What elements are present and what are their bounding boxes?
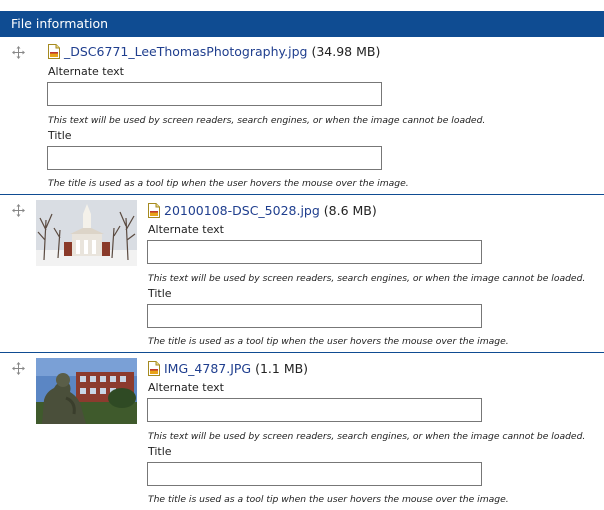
panel-header: File information xyxy=(0,11,604,37)
title-input[interactable] xyxy=(147,462,482,486)
file-heading: 20100108-DSC_5028.jpg (8.6 MB) xyxy=(148,203,377,218)
file-size: (8.6 MB) xyxy=(323,203,377,218)
image-file-icon xyxy=(148,203,160,218)
move-handle-icon[interactable] xyxy=(12,204,25,217)
file-size: (1.1 MB) xyxy=(255,361,309,376)
title-label: Title xyxy=(148,445,172,458)
alt-text-label: Alternate text xyxy=(148,381,224,394)
image-thumbnail xyxy=(36,358,137,424)
file-row: IMG_4787.JPG (1.1 MB) Alternate text Thi… xyxy=(0,353,604,510)
file-row: _DSC6771_LeeThomasPhotography.jpg (34.98… xyxy=(0,37,604,195)
panel-title: File information xyxy=(11,16,109,31)
title-label: Title xyxy=(148,287,172,300)
alt-text-input[interactable] xyxy=(47,82,382,106)
alt-text-label: Alternate text xyxy=(48,65,124,78)
move-handle-icon[interactable] xyxy=(12,362,25,375)
title-description: The title is used as a tool tip when the… xyxy=(148,494,509,505)
file-row: 20100108-DSC_5028.jpg (8.6 MB) Alternate… xyxy=(0,195,604,353)
image-thumbnail xyxy=(36,200,137,266)
file-link[interactable]: _DSC6771_LeeThomasPhotography.jpg xyxy=(64,44,307,59)
title-description: The title is used as a tool tip when the… xyxy=(148,336,509,347)
alt-text-label: Alternate text xyxy=(148,223,224,236)
file-size: (34.98 MB) xyxy=(311,44,381,59)
file-heading: _DSC6771_LeeThomasPhotography.jpg (34.98… xyxy=(48,44,380,59)
title-description: The title is used as a tool tip when the… xyxy=(48,178,409,189)
file-link[interactable]: 20100108-DSC_5028.jpg xyxy=(164,203,320,218)
file-heading: IMG_4787.JPG (1.1 MB) xyxy=(148,361,308,376)
title-input[interactable] xyxy=(47,146,382,170)
alt-text-input[interactable] xyxy=(147,398,482,422)
move-handle-icon[interactable] xyxy=(12,46,25,59)
title-label: Title xyxy=(48,129,72,142)
file-link[interactable]: IMG_4787.JPG xyxy=(164,361,251,376)
alt-text-description: This text will be used by screen readers… xyxy=(148,273,586,284)
title-input[interactable] xyxy=(147,304,482,328)
file-information-panel: File information _DSC6771_LeeThomasPhoto… xyxy=(0,0,604,510)
alt-text-input[interactable] xyxy=(147,240,482,264)
image-file-icon xyxy=(148,361,160,376)
alt-text-description: This text will be used by screen readers… xyxy=(148,431,586,442)
alt-text-description: This text will be used by screen readers… xyxy=(48,115,486,126)
image-file-icon xyxy=(48,44,60,59)
